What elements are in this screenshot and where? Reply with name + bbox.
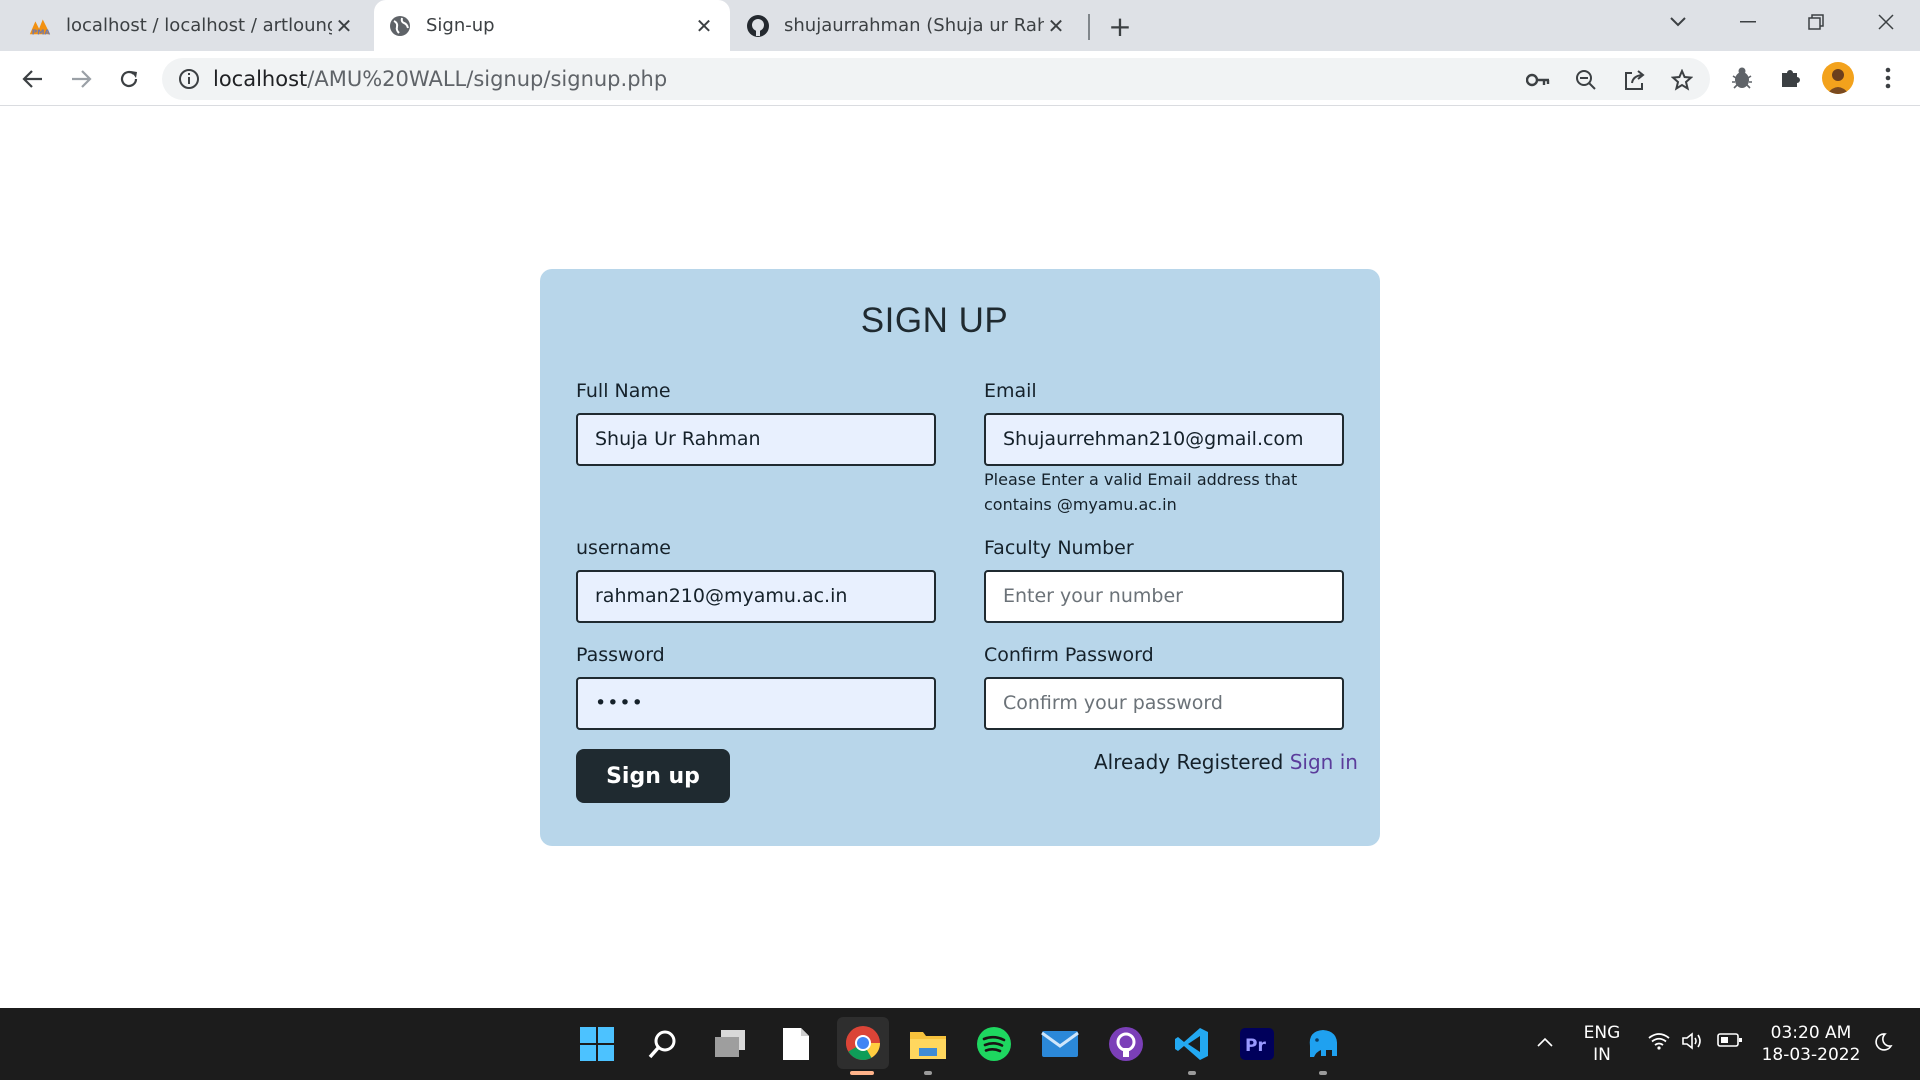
premiere-pro-icon[interactable]: Pr bbox=[1233, 1020, 1281, 1068]
minimize-icon[interactable] bbox=[1718, 0, 1778, 44]
share-icon[interactable] bbox=[1622, 68, 1646, 92]
browser-toolbar: localhost/AMU%20WALL/signup/signup.php bbox=[0, 51, 1920, 106]
faculty-number-input[interactable]: Enter your number bbox=[984, 570, 1344, 623]
address-bar[interactable]: localhost/AMU%20WALL/signup/signup.php bbox=[162, 58, 1710, 100]
full-name-label: Full Name bbox=[576, 380, 671, 402]
close-tab-icon[interactable]: ✕ bbox=[692, 14, 716, 38]
notepad-icon[interactable] bbox=[772, 1020, 820, 1068]
restore-icon[interactable] bbox=[1786, 0, 1846, 44]
clock-time: 03:20 AM bbox=[1770, 1023, 1852, 1043]
vscode-running-indicator bbox=[1188, 1071, 1196, 1075]
full-name-input[interactable]: Shuja Ur Rahman bbox=[576, 413, 936, 466]
email-label: Email bbox=[984, 380, 1037, 402]
extensions-puzzle-icon[interactable] bbox=[1776, 64, 1804, 92]
elephant-running-indicator bbox=[1319, 1071, 1327, 1075]
signup-button[interactable]: Sign up bbox=[576, 749, 730, 803]
password-key-icon[interactable] bbox=[1526, 68, 1550, 92]
close-window-icon[interactable] bbox=[1856, 0, 1916, 44]
reload-icon[interactable] bbox=[114, 64, 144, 94]
vscode-icon[interactable] bbox=[1168, 1020, 1216, 1068]
show-hidden-icons[interactable] bbox=[1532, 1032, 1558, 1054]
menu-dots-icon[interactable] bbox=[1874, 64, 1902, 92]
chrome-taskbar-icon[interactable] bbox=[837, 1017, 889, 1069]
faculty-number-label: Faculty Number bbox=[984, 537, 1134, 559]
github-desktop-icon[interactable] bbox=[1102, 1020, 1150, 1068]
tab-title: Sign-up bbox=[426, 15, 495, 36]
globe-icon bbox=[388, 14, 412, 38]
tab-github[interactable]: shujaurrahman (Shuja ur Rahman) ✕ bbox=[732, 0, 1082, 51]
email-input[interactable]: Shujaurrehman210@gmail.com bbox=[984, 413, 1344, 466]
tab-signup[interactable]: Sign-up ✕ bbox=[374, 0, 730, 51]
tab-title: localhost / localhost / artlounge / bbox=[66, 15, 332, 36]
elephant-app-icon[interactable] bbox=[1299, 1020, 1347, 1068]
url-path: /AMU%20WALL/signup/signup.php bbox=[307, 67, 668, 91]
chrome-active-indicator bbox=[850, 1071, 874, 1075]
profile-avatar[interactable] bbox=[1822, 62, 1854, 94]
close-tab-icon[interactable]: ✕ bbox=[332, 14, 356, 38]
back-icon[interactable] bbox=[18, 64, 48, 94]
tab-search-icon[interactable] bbox=[1648, 0, 1708, 44]
clock[interactable]: 03:20 AM 18-03-2022 bbox=[1758, 1022, 1864, 1066]
mail-icon[interactable] bbox=[1036, 1020, 1084, 1068]
github-icon bbox=[746, 14, 770, 38]
tab-strip: PMA localhost / localhost / artlounge / … bbox=[0, 0, 1920, 51]
battery-icon[interactable] bbox=[1716, 1032, 1744, 1054]
bug-extension-icon[interactable] bbox=[1728, 64, 1756, 92]
explorer-running-indicator bbox=[924, 1071, 932, 1075]
faculty-number-placeholder: Enter your number bbox=[1003, 585, 1183, 607]
file-explorer-icon[interactable] bbox=[904, 1020, 952, 1068]
close-tab-icon[interactable]: ✕ bbox=[1044, 14, 1068, 38]
form-title: SIGN UP bbox=[860, 301, 1009, 340]
task-view-icon[interactable] bbox=[706, 1020, 754, 1068]
new-tab-icon[interactable]: + bbox=[1106, 10, 1134, 43]
search-icon[interactable] bbox=[639, 1020, 687, 1068]
forward-icon[interactable] bbox=[66, 64, 96, 94]
focus-moon-icon[interactable] bbox=[1870, 1032, 1896, 1058]
volume-icon[interactable] bbox=[1680, 1032, 1706, 1056]
already-registered-label: Already Registered bbox=[1094, 750, 1290, 774]
password-input[interactable]: •••• bbox=[576, 677, 936, 730]
language-indicator[interactable]: ENG IN bbox=[1578, 1022, 1626, 1066]
bookmark-star-icon[interactable] bbox=[1670, 68, 1694, 92]
password-label: Password bbox=[576, 644, 665, 666]
svg-text:PMA: PMA bbox=[32, 27, 51, 36]
confirm-password-placeholder: Confirm your password bbox=[1003, 692, 1223, 714]
phpmyadmin-icon: PMA bbox=[28, 14, 52, 38]
language-code: ENG bbox=[1583, 1023, 1621, 1043]
tab-divider bbox=[1088, 14, 1090, 40]
spotify-icon[interactable] bbox=[970, 1020, 1018, 1068]
confirm-password-input[interactable]: Confirm your password bbox=[984, 677, 1344, 730]
clock-date: 18-03-2022 bbox=[1761, 1045, 1861, 1065]
username-label: username bbox=[576, 537, 671, 559]
already-registered-text: Already Registered Sign in bbox=[1094, 750, 1358, 774]
tab-phpmyadmin[interactable]: PMA localhost / localhost / artlounge / … bbox=[0, 0, 370, 51]
taskbar bbox=[0, 1008, 1920, 1080]
site-info-icon[interactable] bbox=[178, 68, 200, 90]
url-text[interactable]: localhost/AMU%20WALL/signup/signup.php bbox=[213, 58, 667, 100]
email-help-text: Please Enter a valid Email address that … bbox=[984, 470, 1298, 514]
confirm-password-label: Confirm Password bbox=[984, 644, 1154, 666]
sign-in-link[interactable]: Sign in bbox=[1290, 750, 1358, 774]
tab-title: shujaurrahman (Shuja ur Rahman) bbox=[784, 15, 1044, 36]
windows-start-icon[interactable] bbox=[573, 1020, 621, 1068]
svg-text:Pr: Pr bbox=[1245, 1036, 1266, 1056]
username-input[interactable]: rahman210@myamu.ac.in bbox=[576, 570, 936, 623]
zoom-icon[interactable] bbox=[1574, 68, 1598, 92]
wifi-icon[interactable] bbox=[1646, 1032, 1672, 1056]
url-host: localhost bbox=[213, 67, 308, 91]
region-code: IN bbox=[1593, 1045, 1611, 1065]
